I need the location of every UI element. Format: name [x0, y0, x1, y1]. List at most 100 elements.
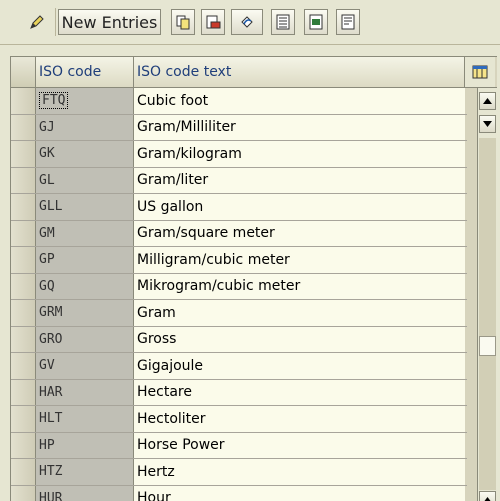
iso-code-text-cell[interactable]: Gram/liter — [134, 168, 465, 194]
iso-code-value: HUR — [39, 491, 62, 501]
scroll-track[interactable] — [479, 138, 496, 490]
iso-code-text-cell[interactable]: Horse Power — [134, 433, 465, 459]
iso-code-text-cell[interactable]: US gallon — [134, 194, 465, 220]
table-row[interactable]: GJGram/Milliliter — [11, 115, 467, 142]
row-selector[interactable] — [11, 486, 36, 501]
iso-code-cell[interactable]: GK — [36, 141, 134, 167]
table-row[interactable]: HAR Hectare — [11, 380, 467, 407]
table-row[interactable]: GVGigajoule — [11, 353, 467, 380]
table-row[interactable]: GKGram/kilogram — [11, 141, 467, 168]
scroll-up-button[interactable] — [479, 92, 496, 110]
table-row[interactable]: GROGross — [11, 327, 467, 354]
new-entries-button[interactable]: New Entries — [58, 9, 161, 35]
copy-button[interactable] — [171, 9, 195, 35]
iso-code-text-cell[interactable]: Cubic foot — [134, 88, 465, 114]
table-row[interactable]: HUR Hour — [11, 486, 467, 501]
row-selector[interactable] — [11, 194, 36, 220]
iso-code-text-value: US gallon — [137, 199, 203, 215]
iso-code-text-cell[interactable]: Gram/Milliliter — [134, 115, 465, 141]
iso-code-cell[interactable]: GLL — [36, 194, 134, 220]
iso-code-table: ISO code ISO code text FTQCubic footGJGr… — [10, 56, 497, 501]
iso-code-text-value: Gram — [137, 305, 176, 321]
row-selector[interactable] — [11, 327, 36, 353]
iso-code-cell[interactable]: HAR — [36, 380, 134, 406]
row-selector[interactable] — [11, 380, 36, 406]
deselect-all-button[interactable] — [336, 9, 360, 35]
iso-code-text-cell[interactable]: Gigajoule — [134, 353, 465, 379]
row-selector[interactable] — [11, 274, 36, 300]
arrow-up-icon — [483, 497, 492, 501]
copy-icon — [175, 14, 191, 30]
iso-code-cell[interactable]: GV — [36, 353, 134, 379]
table-settings-button[interactable] — [465, 57, 495, 87]
iso-code-text-value: Hectoliter — [137, 411, 206, 427]
iso-code-text-cell[interactable]: Hectoliter — [134, 406, 465, 432]
scroll-down-button[interactable] — [479, 115, 496, 133]
iso-code-text-cell[interactable]: Gram — [134, 300, 465, 326]
iso-code-value: HAR — [39, 385, 62, 400]
iso-code-value: GM — [39, 226, 55, 241]
row-selector[interactable] — [11, 141, 36, 167]
table-row[interactable]: GRMGram — [11, 300, 467, 327]
row-selector[interactable] — [11, 221, 36, 247]
iso-code-text-cell[interactable]: Hectare — [134, 380, 465, 406]
iso-code-text-cell[interactable]: Hour — [134, 486, 465, 501]
iso-code-cell[interactable]: GL — [36, 168, 134, 194]
row-selector[interactable] — [11, 88, 36, 114]
table-row[interactable]: HPHorse Power — [11, 433, 467, 460]
iso-code-cell[interactable]: FTQ — [36, 88, 134, 114]
iso-code-cell[interactable]: GRM — [36, 300, 134, 326]
table-row[interactable]: GL Gram/liter — [11, 168, 467, 195]
column-header-iso-code[interactable]: ISO code — [36, 57, 134, 87]
iso-code-text-value: Gigajoule — [137, 358, 203, 374]
table-row[interactable]: GQ Mikrogram/cubic meter — [11, 274, 467, 301]
iso-code-value: HLT — [39, 411, 62, 426]
row-selector[interactable] — [11, 168, 36, 194]
iso-code-cell[interactable]: HTZ — [36, 459, 134, 485]
row-selector[interactable] — [11, 433, 36, 459]
iso-code-cell[interactable]: GP — [36, 247, 134, 273]
table-row[interactable]: HTZHertz — [11, 459, 467, 486]
row-selector[interactable] — [11, 115, 36, 141]
table-row[interactable]: GPMilligram/cubic meter — [11, 247, 467, 274]
application-toolbar: New Entries — [0, 0, 500, 45]
table-row[interactable]: HLT Hectoliter — [11, 406, 467, 433]
iso-code-value: GQ — [39, 279, 55, 294]
iso-code-text-value: Gram/square meter — [137, 225, 275, 241]
row-selector[interactable] — [11, 300, 36, 326]
table-row[interactable]: GM Gram/square meter — [11, 221, 467, 248]
iso-code-text-cell[interactable]: Gross — [134, 327, 465, 353]
row-selector[interactable] — [11, 247, 36, 273]
scroll-thumb[interactable] — [479, 336, 496, 356]
iso-code-text-cell[interactable]: Hertz — [134, 459, 465, 485]
iso-code-cell[interactable]: GQ — [36, 274, 134, 300]
iso-code-cell[interactable]: HUR — [36, 486, 134, 501]
iso-code-cell[interactable]: GM — [36, 221, 134, 247]
iso-code-text-cell[interactable]: Gram/square meter — [134, 221, 465, 247]
select-all-rows-cell[interactable] — [11, 57, 36, 87]
table-row[interactable]: FTQ Cubic foot — [11, 88, 467, 115]
select-all-button[interactable] — [271, 9, 295, 35]
iso-code-text-cell[interactable]: Gram/kilogram — [134, 141, 465, 167]
delete-button[interactable] — [201, 9, 225, 35]
select-block-button[interactable] — [304, 9, 328, 35]
arrow-down-icon — [483, 121, 492, 127]
iso-code-cell[interactable]: GJ — [36, 115, 134, 141]
column-header-iso-code-text[interactable]: ISO code text — [134, 57, 465, 87]
iso-code-text-value: Horse Power — [137, 437, 225, 453]
edit-pencil-icon[interactable] — [22, 9, 52, 35]
row-selector[interactable] — [11, 406, 36, 432]
row-selector[interactable] — [11, 459, 36, 485]
iso-code-text-value: Gram/liter — [137, 172, 208, 188]
iso-code-value: GL — [39, 173, 55, 188]
table-row[interactable]: GLLUS gallon — [11, 194, 467, 221]
iso-code-cell[interactable]: HLT — [36, 406, 134, 432]
vertical-scrollbar[interactable] — [477, 88, 497, 501]
undo-change-button[interactable] — [231, 9, 263, 35]
iso-code-cell[interactable]: GRO — [36, 327, 134, 353]
row-selector[interactable] — [11, 353, 36, 379]
iso-code-value: FTQ — [39, 92, 68, 109]
iso-code-text-cell[interactable]: Milligram/cubic meter — [134, 247, 465, 273]
iso-code-text-cell[interactable]: Mikrogram/cubic meter — [134, 274, 465, 300]
iso-code-cell[interactable]: HP — [36, 433, 134, 459]
